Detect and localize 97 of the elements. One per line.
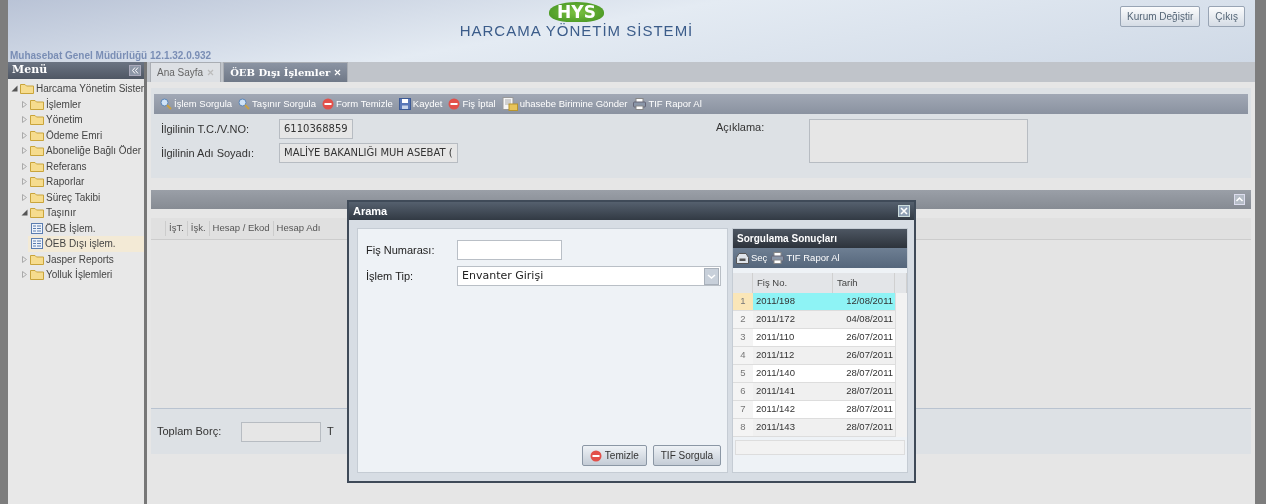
column-header[interactable]: Hesap Adı — [272, 221, 324, 236]
tree-item[interactable]: Ödeme Emri — [18, 127, 144, 143]
header-button[interactable]: Çıkış — [1208, 6, 1245, 27]
table-cell: 2011/143 — [753, 419, 833, 437]
row-number: 1 — [733, 293, 753, 311]
tree-item[interactable]: Jasper Reports — [18, 251, 144, 267]
tree-item[interactable]: Süreç Takibi — [18, 189, 144, 205]
minus-circle-icon — [322, 98, 334, 110]
minus-circle-icon — [448, 98, 461, 110]
field-label: Toplam Borç: — [157, 424, 223, 440]
tree-item[interactable]: Aboneliğe Bağlı Öder — [18, 143, 144, 159]
dropdown-field[interactable]: Envanter Girişi — [457, 266, 721, 286]
table-cell: 28/07/2011 — [833, 401, 895, 419]
close-icon[interactable] — [898, 205, 910, 217]
printer-icon — [633, 98, 647, 110]
column-header[interactable]: İşk. — [186, 221, 209, 236]
folder-icon — [30, 98, 44, 110]
column-header[interactable]: Tarih — [833, 273, 895, 293]
table-cell: 12/08/2011 — [833, 293, 895, 311]
table-cell: 04/08/2011 — [833, 311, 895, 329]
folder-icon — [30, 269, 44, 281]
printer-icon — [771, 252, 785, 264]
folder-icon — [30, 129, 44, 141]
version-text: Muhasebat Genel Müdürlüğü 12.1.32.0.932 — [9, 50, 213, 62]
search-icon — [238, 98, 251, 110]
results-title: Sorgulama Sonuçları — [733, 229, 907, 248]
search-icon — [160, 98, 172, 110]
tray-icon — [736, 252, 749, 264]
row-number: 3 — [733, 329, 753, 347]
tree-item[interactable]: Yolluk İşlemleri — [18, 267, 144, 283]
vertical-scrollbar[interactable] — [895, 293, 907, 437]
header-button[interactable]: Kurum Değiştir — [1120, 6, 1201, 27]
table-cell: 28/07/2011 — [833, 419, 895, 437]
folder-icon — [30, 145, 44, 157]
row-number: 8 — [733, 419, 753, 437]
folder-icon — [30, 160, 44, 172]
field-label: Fiş Numarası: — [366, 242, 436, 258]
toolbar-button[interactable]: TIF Rapor Al — [771, 250, 840, 266]
tree-item[interactable]: ÖEB Dışı işlem. — [28, 236, 144, 252]
table-cell: 2011/172 — [753, 311, 833, 329]
table-cell: 2011/142 — [753, 401, 833, 419]
description-field[interactable] — [809, 119, 1028, 163]
tree-item[interactable]: Yönetim — [18, 112, 144, 128]
tab[interactable]: ÖEB Dışı İşlemler — [223, 62, 349, 82]
horizontal-scrollbar[interactable] — [735, 440, 905, 455]
dialog-button[interactable]: TIF Sorgula — [652, 445, 721, 466]
form-icon — [31, 222, 43, 234]
document-folder-icon — [501, 97, 518, 111]
table-cell: 2011/110 — [753, 329, 833, 347]
table-cell: 28/07/2011 — [833, 383, 895, 401]
folder-icon — [30, 176, 44, 188]
toolbar-button[interactable]: Seç — [736, 250, 768, 266]
field-label: Açıklama: — [716, 120, 766, 135]
tree-item[interactable]: Referans — [18, 158, 144, 174]
field-label: İşlem Tip: — [366, 268, 415, 284]
table-cell: 26/07/2011 — [833, 347, 895, 365]
row-number: 2 — [733, 311, 753, 329]
table-cell: 28/07/2011 — [833, 365, 895, 383]
folder-icon — [20, 83, 34, 95]
folder-icon — [30, 191, 44, 203]
tree-item[interactable]: Taşınır — [18, 205, 144, 221]
text-field[interactable]: MALİYE BAKANLIĞI MUH ASEBAT ( — [279, 143, 458, 163]
row-number: 6 — [733, 383, 753, 401]
column-header[interactable]: İşT. — [165, 221, 187, 236]
text-field[interactable]: 6110368859 — [279, 119, 353, 139]
field-label: İlgilinin T.C./V.NO: — [161, 121, 251, 137]
close-icon — [334, 69, 342, 76]
row-number: 4 — [733, 347, 753, 365]
table-cell: 26/07/2011 — [833, 329, 895, 347]
folder-icon — [30, 114, 44, 126]
column-header[interactable]: Hesap / Ekod — [208, 221, 273, 236]
table-cell: 2011/198 — [753, 293, 833, 311]
row-number: 7 — [733, 401, 753, 419]
form-icon — [31, 238, 43, 250]
tree-item[interactable]: Raporlar — [18, 174, 144, 190]
tree-item[interactable]: ÖEB İşlem. — [28, 220, 144, 236]
system-name: HARCAMA YÖNETİM SİSTEMİ — [459, 22, 694, 40]
table-cell: 2011/140 — [753, 365, 833, 383]
field-label: İlgilinin Adı Soyadı: — [161, 145, 255, 161]
folder-icon — [30, 207, 44, 219]
column-header[interactable]: Fiş No. — [753, 273, 833, 293]
dialog-button[interactable]: Temizle — [581, 445, 647, 466]
collapse-icon[interactable] — [129, 65, 141, 76]
dialog-title: Arama — [353, 203, 388, 219]
total-debit-field[interactable] — [241, 421, 321, 442]
tree-item[interactable]: Harcama Yönetim Sister — [8, 81, 144, 97]
close-icon — [207, 69, 215, 76]
row-number: 5 — [733, 365, 753, 383]
field-label: T — [327, 424, 334, 440]
tab[interactable]: Ana Sayfa — [150, 62, 222, 82]
table-cell: 2011/112 — [753, 347, 833, 365]
input-field[interactable] — [457, 240, 562, 260]
table-cell: 2011/141 — [753, 383, 833, 401]
tree-item[interactable]: İşlemler — [18, 96, 144, 112]
minus-circle-icon — [589, 449, 602, 462]
menu-title: Menü — [12, 62, 48, 79]
logo: HYS — [549, 2, 604, 22]
